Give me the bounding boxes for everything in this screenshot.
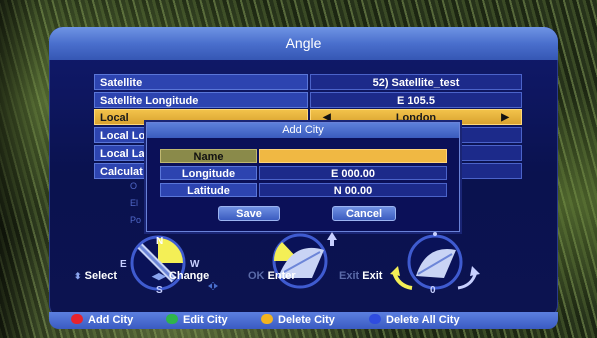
help-select: ⬍ Select (74, 270, 117, 282)
up-arrow-icon (327, 232, 337, 240)
longitude-input[interactable]: E 000.00 (259, 166, 447, 180)
exit-key-label: Exit (339, 270, 360, 282)
page-title: Angle (49, 27, 558, 60)
compass-n: N (156, 236, 163, 247)
compass-e: E (120, 259, 127, 270)
delete-all-city-key[interactable]: Delete All City (369, 314, 460, 327)
left-right-arrows-icon (208, 282, 218, 290)
faded-label: O (130, 181, 138, 191)
help-enter: OK Enter (248, 270, 296, 282)
delete-all-city-label: Delete All City (386, 314, 460, 326)
row-label: Satellite Longitude (94, 92, 308, 108)
help-exit-label: Exit (362, 270, 383, 282)
name-label: Name (160, 149, 257, 163)
compass-s: S (156, 285, 163, 294)
compass-w: W (190, 259, 200, 270)
add-city-label: Add City (88, 314, 134, 326)
rotate-right-arrowhead (470, 266, 480, 276)
polar-dot (433, 232, 437, 236)
row-value: 52) Satellite_test (310, 74, 522, 90)
help-enter-label: Enter (267, 270, 296, 282)
help-change-label: Change (168, 270, 210, 282)
rotate-left-arrowhead (390, 266, 400, 276)
row-label: Local Lo (94, 127, 154, 143)
blue-key-icon (369, 314, 381, 324)
yellow-key-icon (261, 314, 273, 324)
edit-city-key[interactable]: Edit City (166, 314, 228, 327)
background-shadow (0, 0, 40, 338)
latitude-label: Latitude (160, 183, 257, 197)
name-input[interactable] (259, 149, 447, 163)
row-label: Local La (94, 145, 154, 161)
left-right-icon: ◀▶ (152, 271, 166, 281)
add-city-key[interactable]: Add City (71, 314, 133, 327)
longitude-label: Longitude (160, 166, 257, 180)
delete-city-key[interactable]: Delete City (261, 314, 335, 327)
faded-label: Po (130, 215, 142, 225)
polarization-dish-icon: 0 (390, 232, 480, 294)
compass-dish-icon: N E W S (120, 235, 218, 294)
up-down-icon: ⬍ (74, 271, 82, 281)
latitude-input[interactable]: N 00.00 (259, 183, 447, 197)
row-label: Calculat (94, 163, 154, 179)
elevation-dish-icon (272, 232, 337, 289)
edit-city-label: Edit City (183, 314, 228, 326)
help-exit: Exit Exit (339, 270, 382, 282)
dialog-title: Add City (147, 123, 459, 138)
help-change: ◀▶ Change (152, 270, 209, 282)
red-key-icon (71, 314, 83, 324)
add-city-dialog: Add City Name Longitude E 000.00 Latitud… (146, 122, 460, 232)
up-arrow-stem (330, 240, 334, 246)
row-value: E 105.5 (310, 92, 522, 108)
row-label: Satellite (94, 74, 308, 90)
elevation-zero: 0 (430, 285, 436, 294)
ok-key-label: OK (248, 270, 265, 282)
delete-city-label: Delete City (278, 314, 335, 326)
cancel-button[interactable]: Cancel (332, 206, 396, 221)
faded-label: El (130, 198, 139, 208)
green-key-icon (166, 314, 178, 324)
help-select-label: Select (84, 270, 118, 282)
save-button[interactable]: Save (218, 206, 280, 221)
arrow-right-icon[interactable]: ▶ (501, 110, 509, 126)
